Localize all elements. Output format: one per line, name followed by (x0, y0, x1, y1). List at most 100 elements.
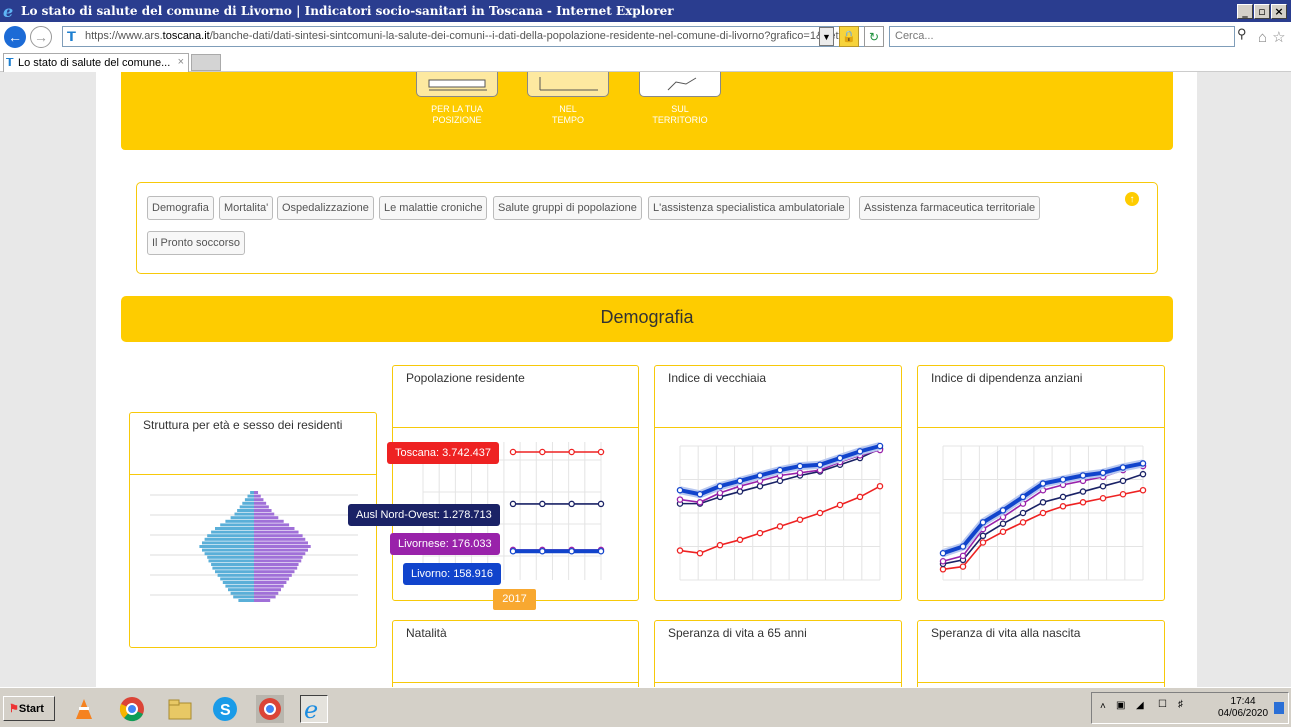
search-icon[interactable]: ⚲ (1237, 26, 1253, 47)
card-title: Popolazione residente (393, 366, 638, 428)
site-favicon-icon: 𝗧 (67, 29, 76, 44)
pyramid-bar-male (242, 501, 254, 505)
vlc-icon[interactable] (70, 695, 98, 723)
pyramid-bar-female (254, 505, 269, 509)
pyramid-bar-female (254, 559, 302, 563)
lock-icon[interactable]: 🔒 (839, 26, 859, 47)
svg-text:e: e (304, 697, 318, 721)
data-point-livorno (568, 547, 575, 555)
menu-assistenza-specialistica[interactable]: L'assistenza specialistica ambulatoriale (648, 196, 850, 220)
nav-tile-position-l1: PER LA TUA (431, 104, 483, 114)
forward-button[interactable]: → (30, 26, 52, 48)
tray-app-icon[interactable]: ▣ (1116, 700, 1125, 711)
pyramid-bar-female (254, 527, 295, 530)
start-button[interactable]: ⚑Start (3, 696, 55, 721)
action-center-icon[interactable]: ☐ (1158, 699, 1167, 710)
clock-time: 17:44 (1230, 696, 1256, 707)
histogram-icon (428, 79, 487, 91)
data-point-toscana (736, 536, 744, 544)
data-point-livornese (939, 557, 947, 565)
new-tab-button[interactable] (191, 54, 221, 71)
data-point-toscana (539, 448, 546, 456)
data-point-toscana (756, 529, 764, 537)
data-point-livornese (796, 469, 804, 477)
maximize-button[interactable]: ▫ (1254, 3, 1270, 19)
nav-tile-territory[interactable] (639, 72, 721, 97)
pyramid-bar-female (254, 588, 281, 592)
data-point-ausl-nord-ovest (1139, 470, 1147, 478)
data-point-livorno (1059, 476, 1067, 483)
menu-ospedalizzazione[interactable]: Ospedalizzazione (277, 196, 374, 220)
menu-salute-gruppi[interactable]: Salute gruppi di popolazione (493, 196, 642, 220)
pyramid-bar-male (237, 509, 254, 512)
show-desktop-icon[interactable] (1274, 702, 1284, 714)
pyramid-bar-male (233, 595, 254, 599)
menu-assistenza-farmaceutica[interactable]: Assistenza farmaceutica territoriale (859, 196, 1041, 220)
card-indice-dipendenza[interactable]: Indice di dipendenza anziani (917, 365, 1165, 601)
pyramid-bar-female (254, 519, 284, 523)
pyramid-bar-female (254, 491, 259, 494)
skype-icon[interactable]: S (211, 695, 239, 723)
data-point-ausl-nord-ovest (539, 500, 546, 508)
nav-tile-position[interactable] (416, 72, 498, 97)
favorites-star-icon[interactable]: ☆ (1272, 29, 1290, 46)
refresh-icon[interactable]: ↻ (864, 26, 884, 47)
tooltip-livorno: Livorno: 158.916 (403, 563, 501, 585)
address-input[interactable]: 𝗧 https://www.ars.toscana.it/banche-dati… (62, 26, 884, 47)
series-line-toscana (679, 485, 881, 555)
chrome-window-icon[interactable] (256, 695, 284, 723)
pyramid-bar-female (254, 509, 272, 512)
address-dropdown-icon[interactable]: ▼ (819, 27, 834, 46)
search-input[interactable]: Cerca... (889, 26, 1235, 47)
menu-pronto-soccorso[interactable]: Il Pronto soccorso (147, 231, 246, 255)
card-speranza-nascita[interactable]: Speranza di vita alla nascita (917, 620, 1165, 687)
clock[interactable]: 17:44 04/06/2020 (1218, 696, 1268, 720)
data-point-livornese (959, 552, 967, 560)
window-title: Lo stato di salute del comune di Livorno… (21, 4, 674, 18)
chrome-icon[interactable] (118, 695, 146, 723)
menu-mortalita[interactable]: Mortalita' (219, 196, 274, 220)
data-point-ausl-nord-ovest (568, 500, 575, 508)
tray-expand-icon[interactable]: ˄ (1100, 701, 1106, 712)
pyramid-bar-male (217, 573, 254, 577)
pyramid-bar-female (254, 516, 279, 520)
volume-icon[interactable]: ♯ (1178, 699, 1183, 710)
tab-close-icon[interactable]: × (178, 56, 184, 68)
card-struttura-eta[interactable]: Struttura per età e sesso dei residenti (129, 412, 377, 648)
card-indice-vecchiaia[interactable]: Indice di vecchiaia (654, 365, 902, 601)
pyramid-bar-male (212, 566, 254, 570)
close-button[interactable]: × (1271, 3, 1287, 19)
nav-tile-territory-l2: TERRITORIO (652, 115, 708, 125)
home-icon[interactable]: ⌂ (1258, 29, 1272, 46)
tab-favicon-icon: 𝗧 (6, 57, 14, 69)
pyramid-bar-male (207, 534, 254, 538)
address-toolbar: ← → 𝗧 https://www.ars.toscana.it/banche-… (0, 22, 1291, 52)
card-natalita[interactable]: Natalità (392, 620, 639, 687)
data-point-toscana (816, 509, 824, 517)
menu-malattie-croniche[interactable]: Le malattie croniche (379, 196, 488, 220)
network-icon[interactable]: ◢ (1136, 700, 1144, 711)
minimize-button[interactable]: _ (1237, 3, 1253, 19)
data-point-toscana (1039, 509, 1047, 517)
scroll-up-icon[interactable]: ↑ (1125, 192, 1139, 206)
pyramid-bar-male (199, 545, 254, 548)
pyramid-bar-female (254, 555, 303, 559)
data-point-livorno (756, 472, 764, 479)
card-speranza-65[interactable]: Speranza di vita a 65 anni (654, 620, 902, 687)
pyramid-bar-male (204, 537, 254, 541)
tooltip-toscana: Toscana: 3.742.437 (387, 442, 500, 464)
data-point-ausl-nord-ovest (509, 500, 517, 508)
data-point-livornese (696, 499, 704, 506)
clock-date: 04/06/2020 (1218, 708, 1269, 719)
data-point-livorno (509, 547, 517, 555)
data-point-toscana (959, 563, 967, 570)
browser-tab[interactable]: 𝗧 Lo stato di salute del comune... × (3, 53, 189, 72)
page-viewport: PER LA TUA POSIZIONE NEL TEMPO SUL TERRITOR… (0, 72, 1291, 687)
data-point-toscana (509, 448, 517, 456)
ie-taskbar-icon[interactable]: e (300, 695, 328, 723)
menu-demografia[interactable]: Demografia (147, 196, 214, 220)
nav-tile-time[interactable] (527, 72, 609, 97)
back-button[interactable]: ← (4, 26, 26, 48)
file-explorer-icon[interactable] (166, 695, 194, 723)
pyramid-bar-female (254, 599, 271, 602)
